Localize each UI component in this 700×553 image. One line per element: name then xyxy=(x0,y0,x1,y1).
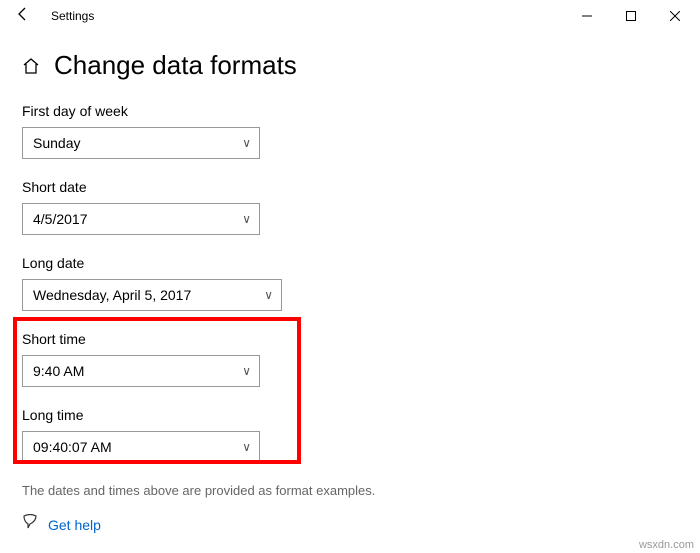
chevron-down-icon: ∨ xyxy=(242,364,251,378)
long-time-select[interactable]: 09:40:07 AM ∨ xyxy=(22,431,260,463)
short-date-label: Short date xyxy=(22,179,678,195)
page-title: Change data formats xyxy=(54,50,297,81)
short-date-select[interactable]: 4/5/2017 ∨ xyxy=(22,203,260,235)
long-date-select[interactable]: Wednesday, April 5, 2017 ∨ xyxy=(22,279,282,311)
get-help-link[interactable]: Get help xyxy=(48,517,101,533)
minimize-button[interactable] xyxy=(565,0,609,32)
back-button[interactable] xyxy=(3,6,43,27)
short-time-select[interactable]: 9:40 AM ∨ xyxy=(22,355,260,387)
chevron-down-icon: ∨ xyxy=(242,136,251,150)
watermark: wsxdn.com xyxy=(639,539,694,551)
first-day-select[interactable]: Sunday ∨ xyxy=(22,127,260,159)
chevron-down-icon: ∨ xyxy=(264,288,273,302)
help-icon[interactable] xyxy=(22,514,38,535)
window-title: Settings xyxy=(51,9,94,23)
short-time-value: 9:40 AM xyxy=(33,363,84,379)
long-date-label: Long date xyxy=(22,255,678,271)
first-day-value: Sunday xyxy=(33,135,80,151)
long-time-label: Long time xyxy=(22,407,678,423)
long-time-value: 09:40:07 AM xyxy=(33,439,112,455)
short-time-label: Short time xyxy=(22,331,678,347)
format-note: The dates and times above are provided a… xyxy=(22,483,700,498)
chevron-down-icon: ∨ xyxy=(242,212,251,226)
short-date-value: 4/5/2017 xyxy=(33,211,88,227)
maximize-button[interactable] xyxy=(609,0,653,32)
close-button[interactable] xyxy=(653,0,697,32)
home-icon[interactable] xyxy=(22,57,40,75)
first-day-label: First day of week xyxy=(22,103,678,119)
chevron-down-icon: ∨ xyxy=(242,440,251,454)
long-date-value: Wednesday, April 5, 2017 xyxy=(33,287,191,303)
